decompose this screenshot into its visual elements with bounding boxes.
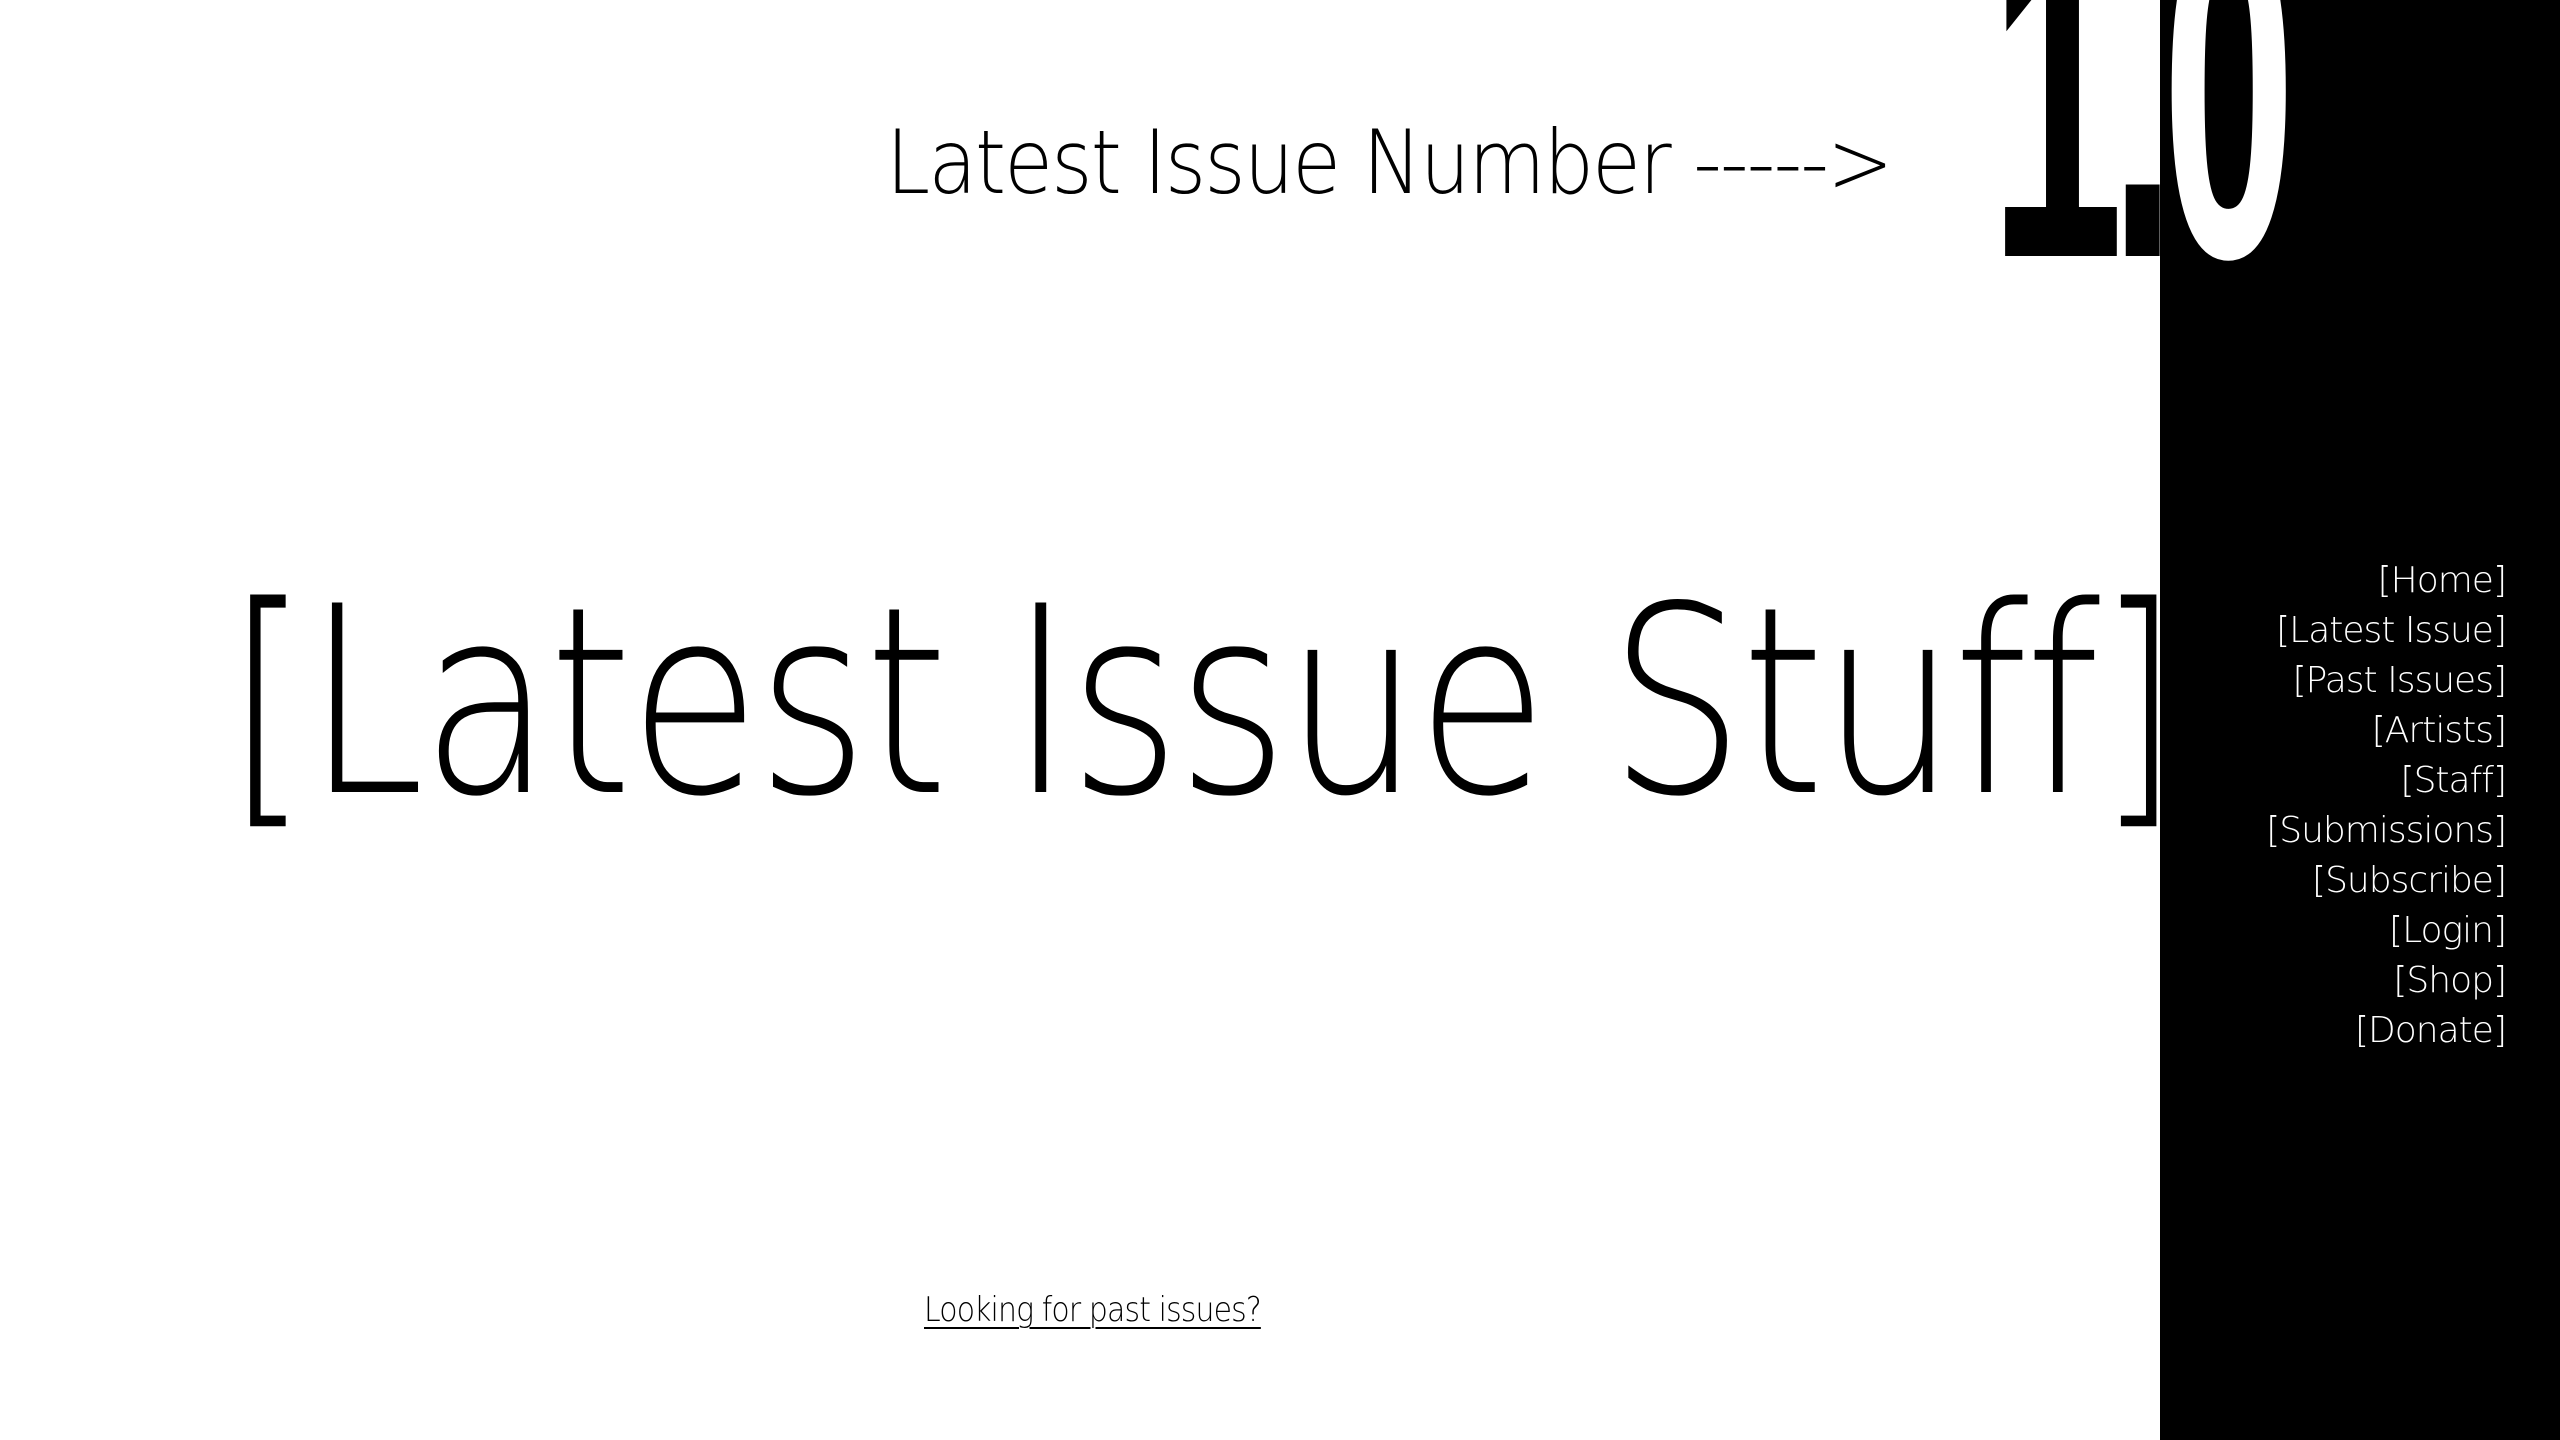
past-issues-link[interactable]: Looking for past issues? xyxy=(924,1290,1262,1331)
nav-item-donate[interactable]: [Donate] xyxy=(2266,1006,2507,1056)
issue-number-text: 1.0 xyxy=(1990,0,2160,358)
nav-item-submissions[interactable]: [Submissions] xyxy=(2266,806,2507,856)
nav-item-latest-issue[interactable]: [Latest Issue] xyxy=(2266,606,2507,656)
latest-issue-placeholder: [Latest Issue Stuff] xyxy=(226,552,2180,854)
nav-item-artists[interactable]: [Artists] xyxy=(2266,706,2507,756)
nav-item-subscribe[interactable]: [Subscribe] xyxy=(2266,856,2507,906)
nav-item-home[interactable]: [Home] xyxy=(2266,556,2507,606)
nav-item-past-issues[interactable]: [Past Issues] xyxy=(2266,656,2507,706)
latest-issue-heading: Latest Issue Number -----> xyxy=(886,111,1893,214)
nav-item-staff[interactable]: [Staff] xyxy=(2266,756,2507,806)
sidebar: [Home] [Latest Issue] [Past Issues] [Art… xyxy=(2160,0,2560,1440)
nav-item-shop[interactable]: [Shop] xyxy=(2266,956,2507,1006)
nav-item-login[interactable]: [Login] xyxy=(2266,906,2507,956)
sidebar-nav: [Home] [Latest Issue] [Past Issues] [Art… xyxy=(2266,556,2507,1056)
